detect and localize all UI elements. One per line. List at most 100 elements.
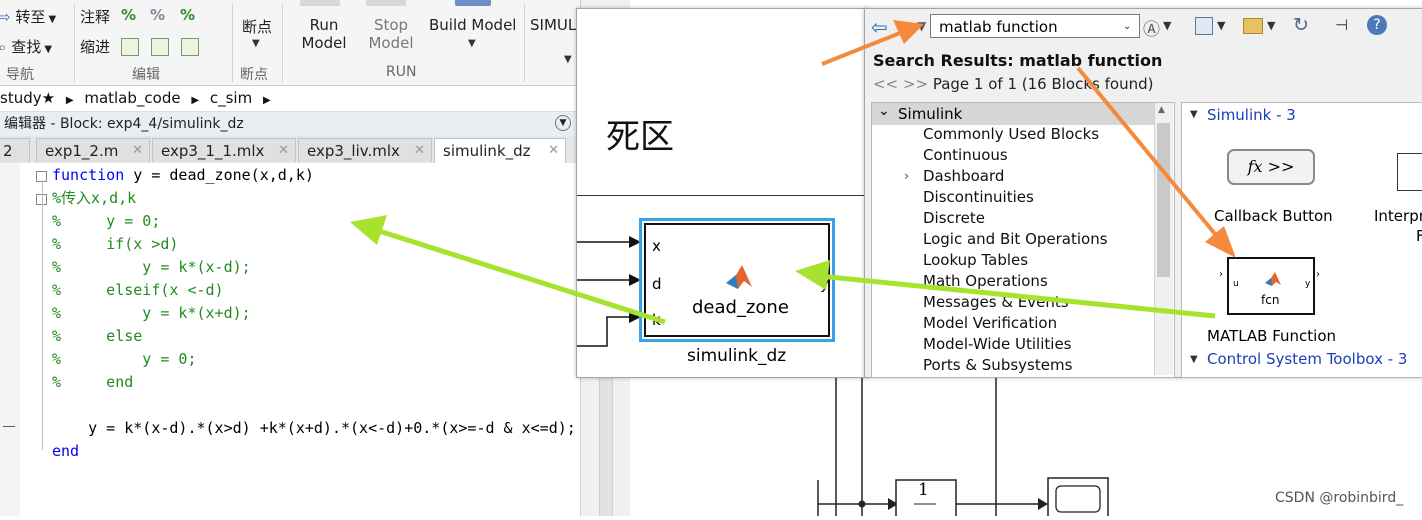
tree-item[interactable]: Dashboard [923, 167, 1004, 185]
tab-active-file[interactable]: simulink_dz ✕ [434, 138, 566, 164]
build-model-icon [455, 0, 491, 6]
code-line: % else [52, 327, 143, 345]
library-search-input[interactable]: matlab function ⌄ [930, 14, 1140, 38]
close-icon[interactable]: ✕ [132, 139, 143, 163]
dead-zone-block[interactable]: x d k y dead_zone [644, 223, 830, 337]
wrap-comment-icon[interactable]: % [180, 6, 195, 24]
code-line: % y = 0; [52, 212, 161, 230]
result-group-title[interactable]: Control System Toolbox - 3 [1207, 350, 1407, 368]
tree-scrollbar[interactable]: ▲ [1154, 103, 1173, 375]
address-bar[interactable]: study★ ▶ matlab_code ▶ c_sim ▶ [0, 86, 580, 112]
stop-model-button[interactable]: Stop Model [366, 16, 416, 52]
comment-button[interactable]: 注释 [80, 6, 110, 27]
code-line: % y = 0; [52, 350, 197, 368]
breakpoints-button[interactable]: 断点 [242, 16, 272, 37]
chevron-down-icon[interactable]: ▼ [1217, 19, 1225, 32]
port-label: u [1233, 279, 1239, 289]
tree-item[interactable]: Model-Wide Utilities [923, 335, 1071, 353]
tree-item[interactable]: Model Verification [923, 314, 1057, 332]
build-model-button[interactable]: Build Model [429, 16, 516, 34]
divider [282, 4, 283, 82]
uncomment-percent-icon[interactable]: % [150, 6, 165, 24]
refresh-icon[interactable]: ↻ [1293, 14, 1309, 36]
matlab-function-block[interactable]: u y fcn [1227, 257, 1315, 315]
panel-menu-icon[interactable]: ▼ [555, 115, 571, 131]
editor-tabs: 2 exp1_2.m ✕ exp3_1_1.mlx ✕ exp3_liv.mlx ✕ … [0, 136, 580, 164]
run-model-button[interactable]: Run Model [300, 16, 348, 52]
code-line: % elseif(x <-d) [52, 281, 224, 299]
tree-item[interactable]: Commonly Used Blocks [923, 125, 1099, 143]
dead-zone-subsystem-view[interactable]: 死区 x d k y dead_zone simulink_dz [576, 8, 868, 378]
address-part[interactable]: matlab_code [84, 89, 180, 107]
chevron-down-icon[interactable]: ⌄ [878, 103, 890, 119]
open-folder-icon[interactable] [1243, 18, 1263, 34]
block-function-name: dead_zone [692, 297, 789, 318]
search-options-icon[interactable]: Ⓐ [1143, 15, 1160, 40]
stop-model-icon [366, 0, 406, 6]
tree-item[interactable]: Discrete [923, 209, 985, 227]
page-nav-arrows[interactable]: << >> [873, 75, 928, 93]
find-button[interactable]: ⌕ 查找 ▼ [0, 36, 52, 57]
goto-button[interactable]: ⇨ 转至 ▼ [0, 6, 56, 27]
code-line: % y = k*(x+d); [52, 304, 251, 322]
chevron-right-icon[interactable]: › [904, 169, 909, 184]
collapse-icon[interactable]: ▼ [1190, 354, 1198, 365]
divider [232, 4, 233, 82]
tree-item[interactable]: Lookup Tables [923, 251, 1028, 269]
chevron-down-icon[interactable]: ▼ [1163, 19, 1171, 32]
chevron-down-icon[interactable]: ▼ [564, 54, 572, 65]
increase-indent-icon[interactable] [181, 38, 199, 56]
dead-zone-block-highlight[interactable]: x d k y dead_zone [639, 218, 835, 342]
tree-item[interactable]: Math Operations [923, 272, 1048, 290]
chevron-down-icon[interactable]: ▼ [252, 38, 260, 49]
code-editor[interactable]: function y = dead_zone(x,d,k) %传入x,d,k %… [0, 163, 580, 516]
tree-item[interactable]: Logic and Bit Operations [923, 230, 1108, 248]
watermark: CSDN @robinbird_ [1275, 490, 1404, 506]
result-group-title[interactable]: Simulink - 3 [1207, 106, 1296, 124]
tree-item[interactable]: Ports & Subsystems [923, 356, 1072, 374]
callback-button-block[interactable]: fx >> [1227, 149, 1315, 185]
collapse-icon[interactable]: ▼ [1190, 109, 1198, 120]
help-icon[interactable]: ? [1367, 15, 1387, 35]
tab-file[interactable]: exp3_1_1.mlx ✕ [152, 138, 296, 162]
close-icon[interactable]: ✕ [548, 139, 559, 163]
search-results-title: Search Results: matlab function [873, 51, 1163, 70]
interpreted-function-block[interactable] [1397, 153, 1422, 191]
chevron-right-icon: ▶ [262, 95, 271, 106]
chevron-down-icon[interactable]: ▼ [1267, 19, 1275, 32]
pin-icon[interactable]: ⊣ [1335, 16, 1348, 34]
address-part[interactable]: c_sim [210, 89, 252, 107]
chevron-down-icon[interactable]: ▼ [468, 38, 476, 49]
close-icon[interactable]: ✕ [278, 139, 289, 163]
tree-root-label[interactable]: Simulink [898, 105, 962, 123]
block-label: Callback Button [1214, 207, 1333, 225]
back-arrow-icon[interactable]: ⇦ [871, 15, 888, 39]
tab-file[interactable]: 2 [0, 138, 30, 162]
scroll-thumb[interactable] [1157, 123, 1170, 277]
scroll-up-icon[interactable]: ▲ [1158, 105, 1165, 115]
block-label: MATLAB Function [1207, 327, 1337, 345]
result-pagination: << >> Page 1 of 1 (16 Blocks found) [873, 75, 1154, 93]
chevron-down-icon[interactable]: ▼ [917, 19, 926, 33]
tree-item[interactable]: Messages & Events [923, 293, 1069, 311]
smart-indent-icon[interactable] [121, 38, 139, 56]
address-part[interactable]: study★ [0, 89, 55, 107]
indent-button[interactable]: 缩进 [80, 36, 110, 57]
chevron-down-icon[interactable]: ⌄ [1123, 15, 1131, 39]
close-icon[interactable]: ✕ [414, 139, 425, 163]
tree-root-row[interactable]: ⌄ Simulink [872, 103, 1154, 125]
tab-file[interactable]: exp3_liv.mlx ✕ [298, 138, 432, 162]
port-label: y [1305, 279, 1311, 289]
chevron-right-icon: › [1219, 269, 1223, 280]
search-results-pane[interactable]: ▼ Simulink - 3 fx >> Callback Button Int… [1181, 102, 1422, 378]
block-name-label: simulink_dz [687, 346, 787, 366]
tab-file[interactable]: exp1_2.m ✕ [36, 138, 150, 162]
port-label: x [652, 237, 661, 255]
nav-section-label: 导航 [6, 67, 34, 83]
new-model-icon[interactable] [1195, 17, 1213, 35]
comment-percent-icon[interactable]: % [121, 6, 136, 24]
tree-item[interactable]: Discontinuities [923, 188, 1034, 206]
decrease-indent-icon[interactable] [151, 38, 169, 56]
tree-item[interactable]: Continuous [923, 146, 1008, 164]
simulation-tab-label[interactable]: SIMUL [530, 16, 576, 34]
